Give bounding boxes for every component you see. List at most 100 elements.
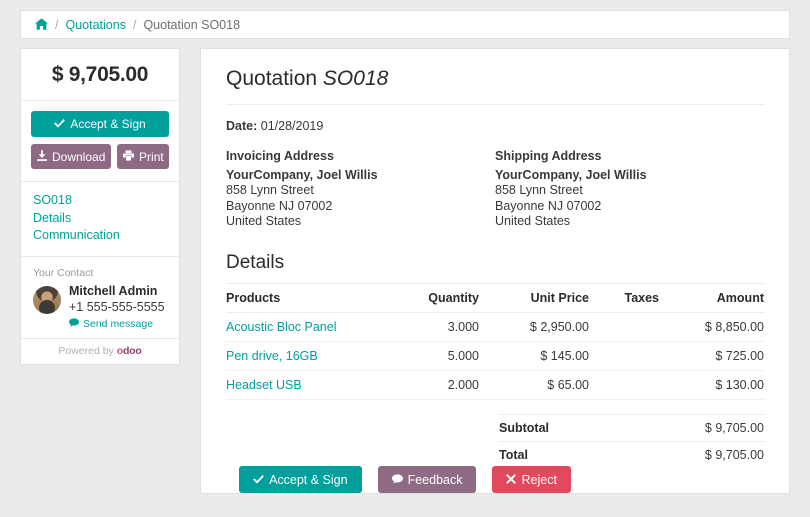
download-icon <box>37 149 47 164</box>
breadcrumb-separator-1: / <box>55 17 59 32</box>
breadcrumb: / Quotations / Quotation SO018 <box>20 10 790 39</box>
times-icon <box>506 473 517 487</box>
shipping-address-label: Shipping Address <box>495 149 602 163</box>
date-value: 01/28/2019 <box>260 119 324 133</box>
cell-product: Headset USB <box>226 370 379 400</box>
invoicing-company: YourCompany, Joel Willis <box>226 167 378 182</box>
subtotal-label: Subtotal <box>499 413 621 441</box>
home-icon[interactable] <box>35 17 48 32</box>
page-title-reference: SO018 <box>322 67 389 90</box>
sidebar-item-details[interactable]: Details <box>33 210 167 228</box>
column-header-products: Products <box>226 282 379 313</box>
details-heading: Details <box>226 251 285 273</box>
subtotal-row: Subtotal $ 9,705.00 <box>499 413 764 441</box>
accept-and-sign-label: Accept & Sign <box>70 117 146 131</box>
contact-card-title: Your Contact <box>33 266 94 279</box>
table-row: Headset USB 2.000 $ 65.00 $ 130.00 <box>226 370 764 400</box>
cell-amount: $ 8,850.00 <box>659 312 764 342</box>
accept-and-sign-button-sidebar[interactable]: Accept & Sign <box>31 111 169 137</box>
breadcrumb-separator-2: / <box>132 17 137 32</box>
powered-by-label: Powered by <box>58 344 114 357</box>
check-icon <box>54 117 66 131</box>
invoicing-street: 858 Lynn Street <box>226 183 314 197</box>
odoo-logo: oodoodoo <box>116 344 142 357</box>
totals-section: Subtotal $ 9,705.00 Total $ 9,705.00 <box>226 413 764 468</box>
date-label: Date: <box>226 119 258 133</box>
cell-taxes <box>589 370 659 400</box>
sidebar-item-communication[interactable]: Communication <box>33 227 167 245</box>
invoicing-city: Bayonne NJ 07002 <box>226 198 333 213</box>
reject-label: Reject <box>521 472 557 487</box>
column-header-quantity: Quantity <box>379 282 479 313</box>
table-header-row: Products Quantity Unit Price Taxes Amoun… <box>226 282 764 313</box>
addresses: Invoicing Address YourCompany, Joel Will… <box>226 149 764 230</box>
accept-and-sign-label: Accept & Sign <box>269 472 348 487</box>
total-value: $ 9,705.00 <box>620 440 764 468</box>
contact-card: Your Contact Mitchell Admin +1 555-555-5… <box>21 257 179 339</box>
sidebar-actions: Accept & Sign Download Print <box>21 101 179 182</box>
cell-product: Pen drive, 16GB <box>226 341 379 371</box>
footer-actions: Accept & Sign Feedback Reject <box>20 466 790 493</box>
invoicing-address-label: Invoicing Address <box>226 149 334 163</box>
accept-and-sign-button[interactable]: Accept & Sign <box>239 466 362 493</box>
cell-quantity: 5.000 <box>379 341 479 371</box>
subtotal-value: $ 9,705.00 <box>620 413 764 441</box>
sidebar-item-so018[interactable]: SO018 <box>33 192 167 210</box>
cell-product: Acoustic Bloc Panel <box>226 312 379 342</box>
cell-taxes <box>589 341 659 371</box>
cell-amount: $ 130.00 <box>659 370 764 400</box>
column-header-amount: Amount <box>659 282 764 313</box>
check-icon <box>253 473 264 487</box>
feedback-button[interactable]: Feedback <box>377 466 477 493</box>
cell-quantity: 3.000 <box>379 312 479 342</box>
column-header-taxes: Taxes <box>589 282 659 313</box>
page-title: Quotation SO018 <box>226 67 764 105</box>
comment-icon <box>391 473 403 487</box>
breadcrumb-item-current: Quotation SO018 <box>143 17 241 32</box>
total-amount: $ 9,705.00 <box>51 63 149 86</box>
invoicing-country: United States <box>226 214 302 228</box>
cell-quantity: 2.000 <box>379 370 479 400</box>
table-row: Pen drive, 16GB 5.000 $ 145.00 $ 725.00 <box>226 341 764 371</box>
cell-unit-price: $ 2,950.00 <box>479 312 589 342</box>
avatar <box>33 285 61 314</box>
sidebar: $ 9,705.00 Accept & Sign Download Print … <box>20 48 180 365</box>
cell-unit-price: $ 145.00 <box>479 341 589 371</box>
powered-by: Powered by oodoodoo <box>21 339 179 364</box>
shipping-city: Bayonne NJ 07002 <box>495 198 602 213</box>
product-link[interactable]: Pen drive, 16GB <box>226 349 318 363</box>
printer-icon <box>123 149 135 164</box>
quotation-card: Quotation SO018 Date: 01/28/2019 Invoici… <box>200 48 790 494</box>
invoicing-address: Invoicing Address YourCompany, Joel Will… <box>226 149 495 230</box>
table-row: Acoustic Bloc Panel 3.000 $ 2,950.00 $ 8… <box>226 312 764 342</box>
download-button[interactable]: Download <box>31 144 112 169</box>
feedback-label: Feedback <box>407 472 463 487</box>
total-label: Total <box>499 440 621 468</box>
contact-name: Mitchell Admin <box>69 283 158 298</box>
download-label: Download <box>52 149 106 164</box>
print-button[interactable]: Print <box>117 144 170 169</box>
sidebar-nav: SO018 Details Communication <box>21 182 179 257</box>
send-message-link[interactable]: Send message <box>69 318 153 330</box>
total-row: Total $ 9,705.00 <box>499 440 764 468</box>
column-header-unit-price: Unit Price <box>479 282 589 313</box>
date-line: Date: 01/28/2019 <box>226 119 764 133</box>
order-lines-table: Products Quantity Unit Price Taxes Amoun… <box>226 282 764 400</box>
shipping-country: United States <box>495 214 571 228</box>
reject-button[interactable]: Reject <box>492 466 571 493</box>
shipping-street: 858 Lynn Street <box>495 183 583 197</box>
cell-unit-price: $ 65.00 <box>479 370 589 400</box>
print-label: Print <box>139 149 164 164</box>
cell-taxes <box>589 312 659 342</box>
page-title-prefix: Quotation <box>226 67 318 90</box>
comment-icon <box>69 317 79 330</box>
shipping-address: Shipping Address YourCompany, Joel Willi… <box>495 149 764 230</box>
cell-amount: $ 725.00 <box>659 341 764 371</box>
breadcrumb-item-quotations[interactable]: Quotations <box>65 18 125 32</box>
send-message-label: Send message <box>83 317 154 330</box>
amount-summary: $ 9,705.00 <box>21 49 179 101</box>
contact-phone: +1 555-555-5555 <box>69 299 165 314</box>
product-link[interactable]: Acoustic Bloc Panel <box>226 320 336 334</box>
shipping-company: YourCompany, Joel Willis <box>495 167 647 182</box>
product-link[interactable]: Headset USB <box>226 378 302 392</box>
